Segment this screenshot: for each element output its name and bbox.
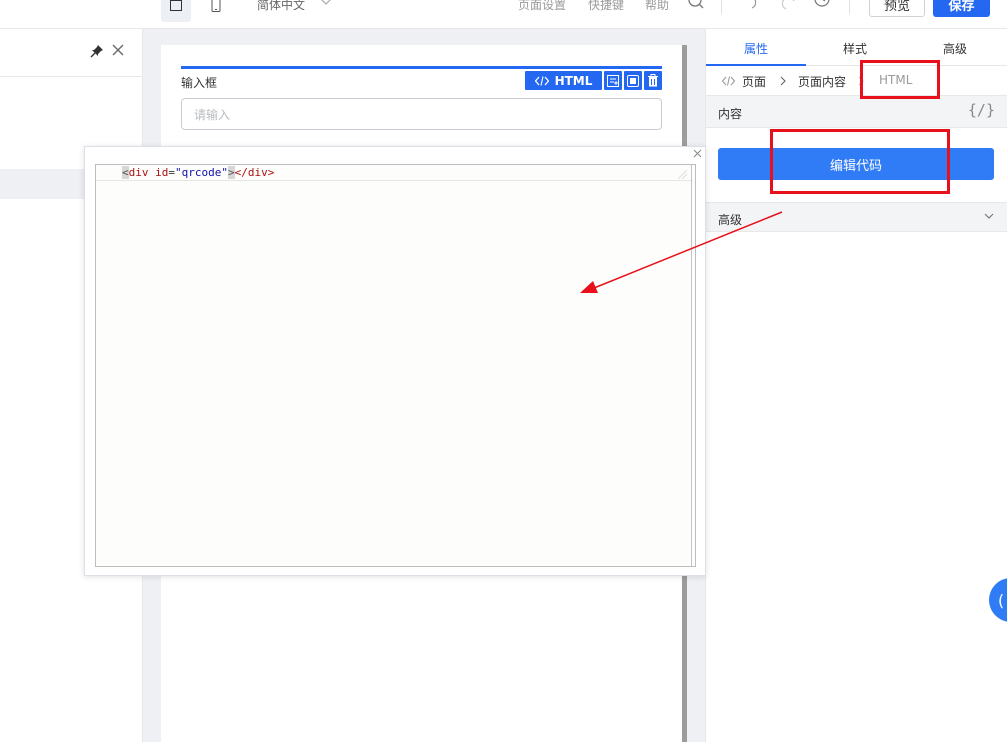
code-line[interactable]: <div id="qrcode"></div> <box>122 166 274 180</box>
code-icon <box>722 76 735 86</box>
code-token-attr: id <box>155 166 169 179</box>
chevron-right-icon <box>780 76 786 86</box>
trash-icon <box>648 74 658 87</box>
close-icon[interactable] <box>111 43 125 57</box>
breadcrumb: 页面 页面内容 HTML <box>706 66 1007 96</box>
top-toolbar: 简体中文 页面设置 快捷键 帮助 预览 保存 <box>0 0 1007 29</box>
advanced-section-title: 高级 <box>718 213 743 227</box>
code-token-bracket: < <box>122 166 129 179</box>
formula-icon[interactable]: {/} <box>968 101 995 119</box>
redo-icon[interactable] <box>776 0 798 16</box>
shortcuts-link[interactable]: 快捷键 <box>588 0 624 13</box>
toolbar-divider <box>721 0 722 14</box>
code-token-close-tag: </div> <box>234 166 275 179</box>
page-settings-link[interactable]: 页面设置 <box>518 0 566 13</box>
property-tabs: 属性 样式 高级 <box>706 29 1007 66</box>
insert-below-button[interactable] <box>604 71 622 90</box>
content-section-title: 内容 <box>718 107 743 121</box>
save-button[interactable]: 保存 <box>933 0 990 17</box>
close-icon[interactable] <box>693 149 702 158</box>
code-token-tag: div <box>128 166 149 179</box>
language-select[interactable]: 简体中文 <box>257 0 305 13</box>
tab-properties[interactable]: 属性 <box>744 40 768 57</box>
tab-style[interactable]: 样式 <box>843 40 867 57</box>
copy-button[interactable] <box>624 71 642 90</box>
code-editor[interactable]: <div id="qrcode"></div> <box>95 164 696 567</box>
annotation-box-html-crumb <box>860 60 940 99</box>
mobile-view-button[interactable] <box>201 0 231 22</box>
assistant-icon: ( <box>996 590 1006 610</box>
selection-outline <box>181 66 662 69</box>
phone-icon <box>211 0 221 12</box>
preview-button[interactable]: 预览 <box>869 0 925 17</box>
code-token-string: "qrcode" <box>175 166 228 179</box>
delete-button[interactable] <box>644 71 662 90</box>
content-section-header[interactable]: 内容 {/} <box>706 96 1007 128</box>
resize-handle-icon[interactable] <box>676 168 688 180</box>
tab-advanced[interactable]: 高级 <box>943 40 967 57</box>
left-panel-header <box>0 29 142 77</box>
insert-icon <box>607 74 619 87</box>
help-link[interactable]: 帮助 <box>645 0 669 13</box>
chevron-down-icon[interactable] <box>315 0 337 16</box>
field-label: 输入框 <box>181 76 218 90</box>
advanced-section-header[interactable]: 高级 <box>706 202 1007 232</box>
html-component-tag[interactable]: HTML <box>525 71 602 90</box>
breadcrumb-item-page[interactable]: 页面 <box>742 73 766 90</box>
breadcrumb-item-page-content[interactable]: 页面内容 <box>798 73 846 90</box>
monitor-icon <box>170 0 182 11</box>
search-icon[interactable] <box>685 0 707 16</box>
code-token-eq: = <box>168 166 175 179</box>
copy-icon <box>627 74 639 87</box>
html-tag-label: HTML <box>554 73 593 88</box>
undo-icon[interactable] <box>740 0 762 16</box>
code-editor-popup: <div id="qrcode"></div> <box>84 146 706 576</box>
code-icon <box>534 75 549 86</box>
desktop-view-button[interactable] <box>161 0 191 22</box>
history-icon[interactable] <box>811 0 833 16</box>
input-form-item[interactable]: 输入框 HTML 请输入 <box>181 66 662 130</box>
editor-scrollbar[interactable] <box>691 165 695 566</box>
text-input[interactable]: 请输入 <box>181 98 662 130</box>
code-token-bracket: > <box>227 166 235 179</box>
toolbar-divider <box>849 0 850 14</box>
chevron-down-icon <box>984 213 994 219</box>
component-toolbar: HTML <box>525 71 662 90</box>
pin-icon[interactable] <box>90 44 104 58</box>
annotation-box-edit-code <box>770 129 950 194</box>
